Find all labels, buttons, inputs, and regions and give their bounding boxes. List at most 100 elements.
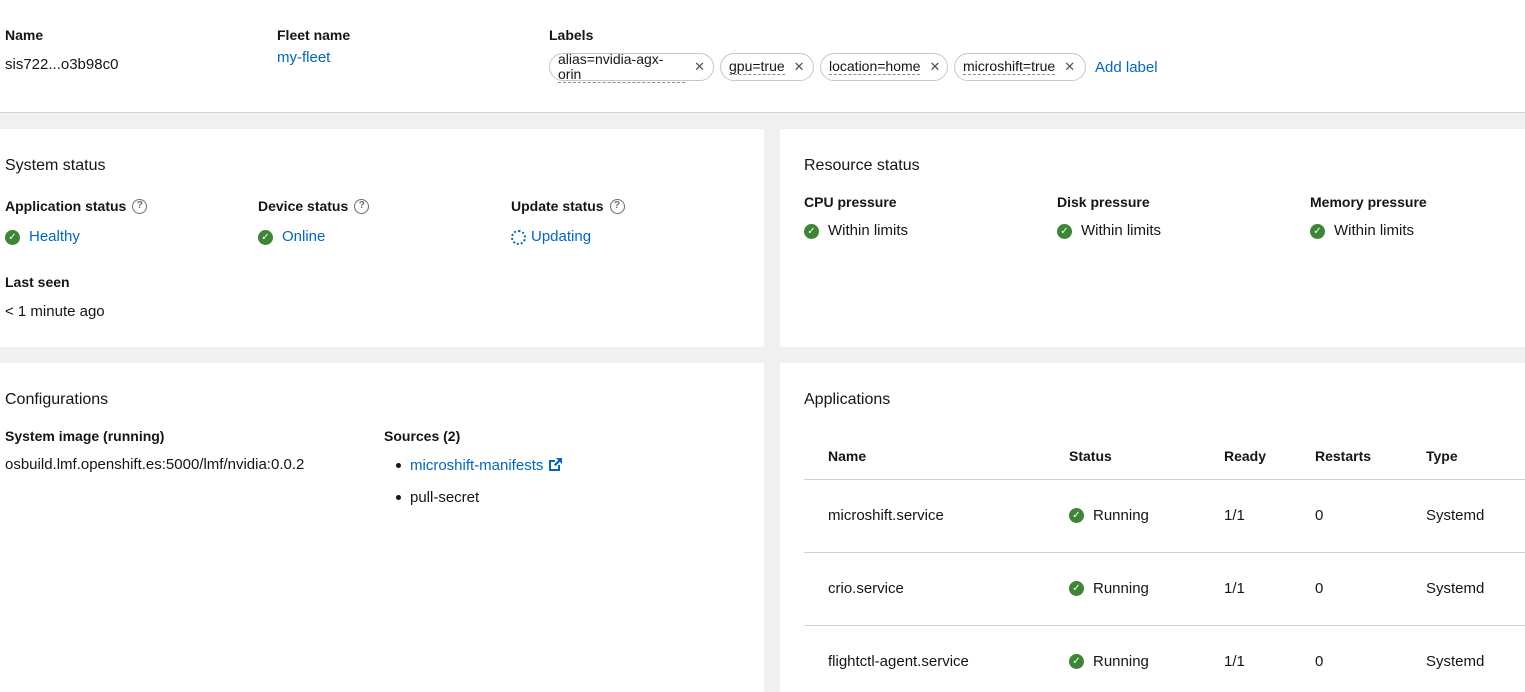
column-header-name[interactable]: Name xyxy=(828,448,866,464)
label-chip: gpu=true ✕ xyxy=(720,53,814,81)
app-restarts: 0 xyxy=(1315,580,1324,597)
device-details-header: Name sis722...o3b98c0 Fleet name my-flee… xyxy=(0,0,1525,113)
app-status-text: Running xyxy=(1093,507,1149,524)
table-row: crio.service ✓ Running 1/1 0 Systemd xyxy=(804,553,1525,626)
help-icon[interactable]: ? xyxy=(132,198,148,214)
check-circle-icon: ✓ xyxy=(1057,223,1072,239)
sources-list: microshift-manifests pull-secret xyxy=(384,449,563,513)
update-status-label-text: Update status xyxy=(511,198,604,214)
bullet xyxy=(396,494,401,500)
name-value: sis722...o3b98c0 xyxy=(5,56,119,73)
system-image-value: osbuild.lmf.openshift.es:5000/lmf/nvidia… xyxy=(5,456,305,473)
memory-pressure-label: Memory pressure xyxy=(1310,194,1427,210)
applications-title: Applications xyxy=(804,391,891,408)
device-status-link[interactable]: Online xyxy=(282,228,325,246)
app-ready: 1/1 xyxy=(1224,507,1245,524)
application-status-label-text: Application status xyxy=(5,198,127,214)
close-icon[interactable]: ✕ xyxy=(1064,59,1075,75)
check-circle-icon: ✓ xyxy=(258,229,273,245)
system-image-label: System image (running) xyxy=(5,428,165,444)
list-item: microshift-manifests xyxy=(384,449,563,481)
app-status: ✓ Running xyxy=(1069,580,1149,597)
configurations-card: Configurations System image (running) os… xyxy=(0,363,764,692)
sources-label: Sources (2) xyxy=(384,428,461,444)
external-link-icon[interactable] xyxy=(547,457,563,473)
spinner-icon xyxy=(511,229,526,245)
add-label-button[interactable]: Add label xyxy=(1095,59,1158,76)
app-name: flightctl-agent.service xyxy=(828,653,969,670)
app-status: ✓ Running xyxy=(1069,507,1149,524)
app-type: Systemd xyxy=(1426,507,1485,524)
name-label: Name xyxy=(5,27,44,43)
update-status-value: Updating xyxy=(511,228,591,246)
device-status-value: ✓ Online xyxy=(258,228,325,246)
label-chip-text[interactable]: alias=nvidia-agx-orin xyxy=(558,51,686,83)
label-chip: microshift=true ✕ xyxy=(954,53,1086,81)
table-row: microshift.service ✓ Running 1/1 0 Syste… xyxy=(804,480,1525,553)
column-header-restarts[interactable]: Restarts xyxy=(1315,448,1371,464)
device-status-label-text: Device status xyxy=(258,198,349,214)
application-status-link[interactable]: Healthy xyxy=(29,228,80,246)
update-status-link[interactable]: Updating xyxy=(531,228,591,246)
close-icon[interactable]: ✕ xyxy=(794,59,805,75)
check-circle-icon: ✓ xyxy=(804,223,819,239)
column-header-type[interactable]: Type xyxy=(1426,448,1458,464)
app-type: Systemd xyxy=(1426,653,1485,670)
application-status-label: Application status ? xyxy=(5,198,148,214)
help-icon[interactable]: ? xyxy=(354,198,370,214)
labels-field: Labels alias=nvidia-agx-orin ✕ gpu=true … xyxy=(549,27,1158,83)
help-icon[interactable]: ? xyxy=(609,198,625,214)
label-chip-text[interactable]: microshift=true xyxy=(963,59,1056,75)
check-circle-icon: ✓ xyxy=(1310,223,1325,239)
update-status-label: Update status ? xyxy=(511,198,625,214)
column-header-status[interactable]: Status xyxy=(1069,448,1112,464)
table-header-row: Name Status Ready Restarts Type xyxy=(804,433,1525,480)
last-seen-label: Last seen xyxy=(5,274,70,290)
labels-label: Labels xyxy=(549,27,594,43)
column-header-ready[interactable]: Ready xyxy=(1224,448,1266,464)
memory-pressure-text: Within limits xyxy=(1334,222,1415,239)
close-icon[interactable]: ✕ xyxy=(694,59,705,75)
source-text: pull-secret xyxy=(410,488,480,506)
resource-status-title: Resource status xyxy=(804,157,920,174)
fleet-label: Fleet name xyxy=(277,27,351,43)
label-chip-text[interactable]: gpu=true xyxy=(729,59,785,75)
list-item: pull-secret xyxy=(384,481,563,513)
cpu-pressure-value: ✓ Within limits xyxy=(804,222,908,240)
fleet-link[interactable]: my-fleet xyxy=(277,49,350,66)
fleet-field: Fleet name my-fleet xyxy=(277,27,350,66)
app-status-text: Running xyxy=(1093,580,1149,597)
cpu-pressure-text: Within limits xyxy=(828,222,909,239)
app-restarts: 0 xyxy=(1315,507,1324,524)
application-status-value: ✓ Healthy xyxy=(5,228,80,246)
system-status-card: System status Application status ? ✓ Hea… xyxy=(0,129,764,347)
check-circle-icon: ✓ xyxy=(1069,581,1084,596)
applications-table: Name Status Ready Restarts Type microshi… xyxy=(804,433,1525,692)
system-status-title: System status xyxy=(5,157,106,174)
app-type: Systemd xyxy=(1426,580,1485,597)
resource-status-card: Resource status CPU pressure ✓ Within li… xyxy=(780,129,1525,347)
app-ready: 1/1 xyxy=(1224,580,1245,597)
label-chip: location=home ✕ xyxy=(820,53,948,81)
app-name: microshift.service xyxy=(828,507,944,524)
disk-pressure-text: Within limits xyxy=(1081,222,1162,239)
app-name: crio.service xyxy=(828,580,904,597)
bullet xyxy=(396,462,401,468)
check-circle-icon: ✓ xyxy=(5,229,20,245)
label-chip-text[interactable]: location=home xyxy=(829,59,921,75)
close-icon[interactable]: ✕ xyxy=(929,59,940,75)
check-circle-icon: ✓ xyxy=(1069,654,1084,669)
app-ready: 1/1 xyxy=(1224,653,1245,670)
device-status-label: Device status ? xyxy=(258,198,370,214)
disk-pressure-value: ✓ Within limits xyxy=(1057,222,1161,240)
configurations-title: Configurations xyxy=(5,391,109,408)
app-status-text: Running xyxy=(1093,653,1149,670)
app-restarts: 0 xyxy=(1315,653,1324,670)
source-link[interactable]: microshift-manifests xyxy=(410,457,543,474)
app-status: ✓ Running xyxy=(1069,653,1149,670)
cpu-pressure-label: CPU pressure xyxy=(804,194,897,210)
applications-card: Applications Name Status Ready Restarts … xyxy=(780,363,1525,692)
last-seen-value: < 1 minute ago xyxy=(5,303,105,320)
labels-list: alias=nvidia-agx-orin ✕ gpu=true ✕ locat… xyxy=(549,51,1158,83)
table-row: flightctl-agent.service ✓ Running 1/1 0 … xyxy=(804,626,1525,692)
